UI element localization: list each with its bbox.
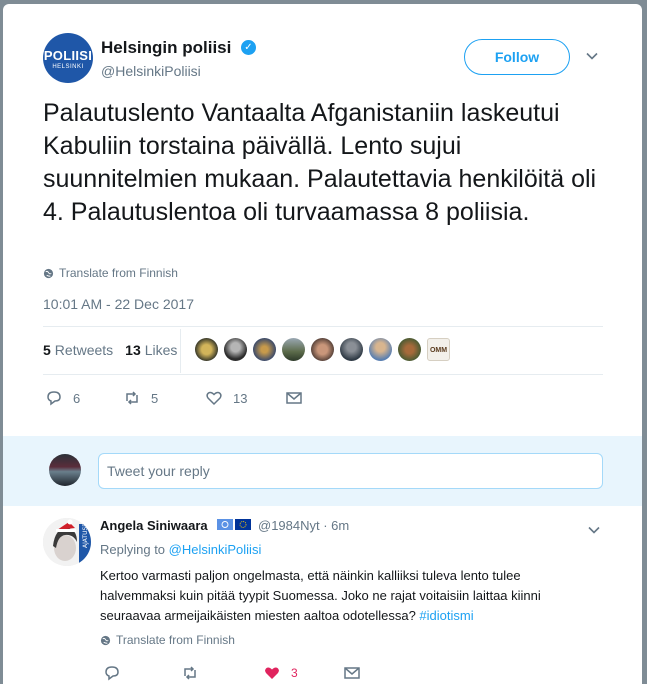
author-handle[interactable]: @HelsinkiPoliisi xyxy=(101,63,201,79)
divider xyxy=(43,374,603,375)
reply-action[interactable]: 6 xyxy=(45,389,80,407)
reply-handle-time[interactable]: @1984Nyt · 6m xyxy=(258,518,349,533)
reply-translate-link[interactable]: Translate from Finnish xyxy=(100,633,235,647)
reply-icon xyxy=(105,666,119,681)
follow-button[interactable]: Follow xyxy=(464,39,570,75)
retweets-stat[interactable]: 5 Retweets xyxy=(43,342,113,358)
retweet-icon xyxy=(184,666,196,680)
globe-icon xyxy=(43,268,54,278)
likes-stat[interactable]: 13 Likes xyxy=(125,342,177,358)
reply-retweet-action[interactable] xyxy=(181,664,199,682)
reply-reply-action[interactable] xyxy=(103,664,121,682)
reply-translate-label: Translate from Finnish xyxy=(116,633,235,647)
retweets-count: 5 xyxy=(43,342,51,358)
likes-count: 13 xyxy=(125,342,141,358)
tweet-stats: 5 Retweets 13 Likes xyxy=(43,342,177,358)
retweet-icon xyxy=(126,391,138,405)
author-name[interactable]: Helsingin poliisi xyxy=(101,38,231,58)
globe-icon xyxy=(100,635,111,645)
translate-label: Translate from Finnish xyxy=(59,266,178,280)
retweet-action[interactable]: 5 xyxy=(123,389,158,407)
reply-icon xyxy=(47,391,61,406)
chevron-down-icon[interactable] xyxy=(588,524,600,536)
envelope-icon xyxy=(286,392,302,404)
tweet-card: POLIISI HELSINKI Helsingin poliisi ✓ @He… xyxy=(3,4,642,684)
reply-body: Kertoo varmasti paljon ongelmasta, että … xyxy=(100,568,541,623)
liker-avatar[interactable]: OMM xyxy=(427,338,450,361)
liker-avatar[interactable] xyxy=(311,338,334,361)
translate-link[interactable]: Translate from Finnish xyxy=(43,266,178,280)
reply-author-avatar-image: AJATUSPOLIISI xyxy=(43,518,91,566)
stats-separator xyxy=(180,329,181,373)
retweet-count: 5 xyxy=(151,390,159,406)
current-user-avatar xyxy=(49,454,81,486)
reply-like-action[interactable]: 3 xyxy=(263,664,298,682)
heart-icon xyxy=(206,391,222,406)
reply-author-name[interactable]: Angela Siniwaara xyxy=(100,518,208,533)
divider xyxy=(43,326,603,327)
like-action[interactable]: 13 xyxy=(205,389,247,407)
replying-to-handle[interactable]: @HelsinkiPoliisi xyxy=(169,542,262,557)
eu-flag-icon xyxy=(235,519,251,530)
liker-avatar[interactable] xyxy=(253,338,276,361)
replying-to-label: Replying to xyxy=(100,542,166,557)
tweet-text: Palautuslento Vantaalta Afganistaniin la… xyxy=(43,99,597,226)
chevron-down-icon[interactable] xyxy=(586,50,598,62)
liker-avatar[interactable] xyxy=(224,338,247,361)
retweets-label: Retweets xyxy=(54,342,114,358)
liker-avatar[interactable] xyxy=(340,338,363,361)
reply-author-avatar[interactable]: AJATUSPOLIISI xyxy=(43,518,91,566)
replying-to: Replying to @HelsinkiPoliisi xyxy=(100,542,261,557)
liker-avatar[interactable] xyxy=(398,338,421,361)
liker-avatar[interactable] xyxy=(195,338,218,361)
verified-icon: ✓ xyxy=(241,40,256,55)
reply-like-count: 3 xyxy=(291,666,298,680)
liker-avatars: OMM xyxy=(195,338,450,361)
direct-message-action[interactable] xyxy=(285,389,303,407)
svg-text:AJATUSPOLIISI: AJATUSPOLIISI xyxy=(82,518,89,548)
liker-avatar[interactable] xyxy=(282,338,305,361)
reply-input[interactable]: Tweet your reply xyxy=(98,453,603,489)
reply-dm-action[interactable] xyxy=(343,664,361,682)
un-flag-icon xyxy=(217,519,233,530)
reply-count: 6 xyxy=(73,390,81,406)
liker-avatar[interactable] xyxy=(369,338,392,361)
tweet-timestamp[interactable]: 10:01 AM - 22 Dec 2017 xyxy=(43,296,194,312)
likes-label: Likes xyxy=(144,342,178,358)
avatar-logo-subtext: HELSINKI xyxy=(52,64,84,70)
hashtag-link[interactable]: #idiotismi xyxy=(419,608,473,623)
avatar-logo-text: POLIISI xyxy=(43,48,93,63)
author-avatar[interactable]: POLIISI HELSINKI xyxy=(43,33,93,83)
reply-text: Kertoo varmasti paljon ongelmasta, että … xyxy=(100,566,600,626)
like-count: 13 xyxy=(233,390,248,406)
heart-filled-icon xyxy=(265,667,279,679)
envelope-icon xyxy=(344,667,360,679)
